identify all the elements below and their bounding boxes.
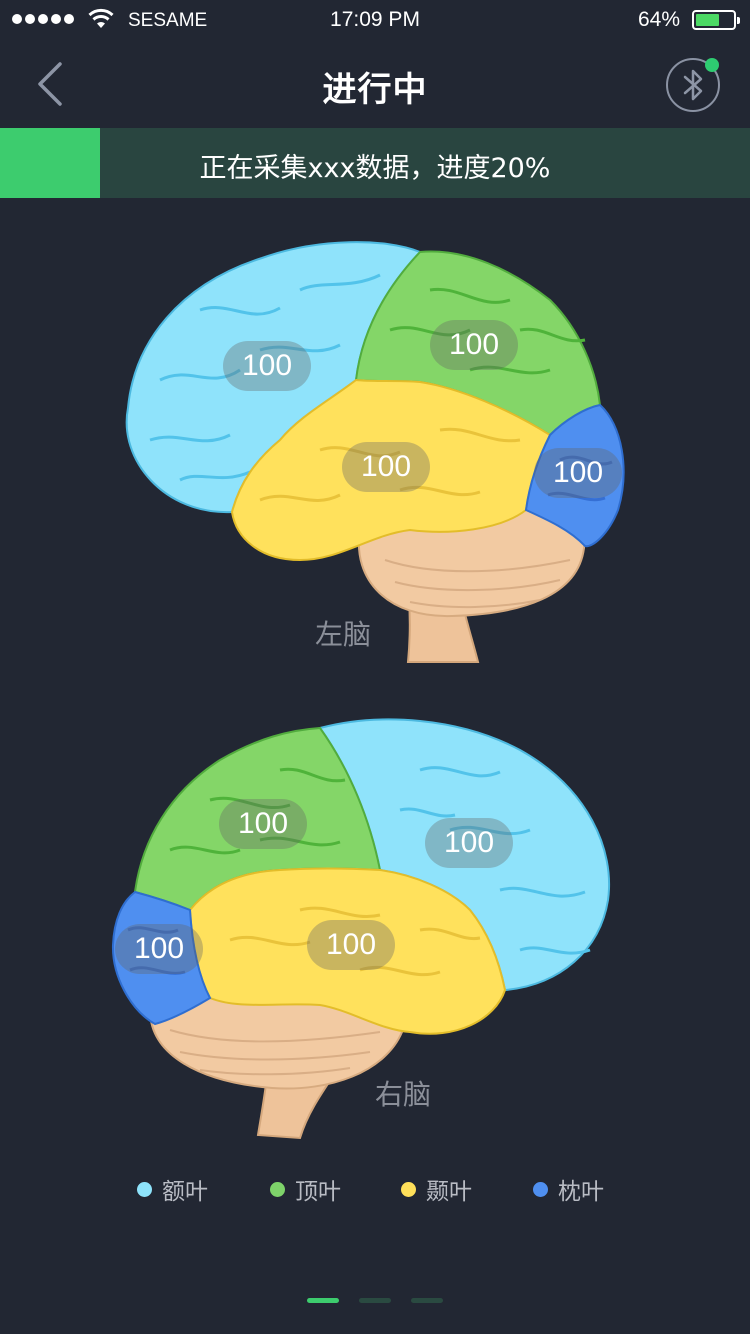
parietal-value: 100 <box>219 799 307 849</box>
status-bar: SESAME 17:09 PM 64% <box>0 0 750 40</box>
legend-swatch <box>137 1181 152 1197</box>
legend-label: 额叶 <box>162 1179 208 1205</box>
progress-text: 正在采集xxx数据，进度20% <box>199 153 551 184</box>
temporal-value: 100 <box>342 442 430 492</box>
legend-item-frontal: 额叶 <box>137 1172 208 1206</box>
page-dot[interactable] <box>359 1298 391 1303</box>
legend-item-parietal: 顶叶 <box>270 1172 341 1206</box>
legend-label: 颞叶 <box>426 1179 472 1205</box>
page-dot[interactable] <box>411 1298 443 1303</box>
battery-icon <box>692 10 740 30</box>
frontal-value: 100 <box>223 341 311 391</box>
right-brain-diagram: 100 100 100 100 右脑 <box>0 710 750 1150</box>
legend-swatch <box>533 1181 548 1197</box>
legend-swatch <box>270 1181 285 1197</box>
hemisphere-label: 左脑 <box>315 618 372 651</box>
legend-swatch <box>401 1181 416 1197</box>
legend-item-temporal: 颞叶 <box>401 1172 472 1206</box>
legend-label: 枕叶 <box>558 1179 604 1205</box>
frontal-value: 100 <box>425 818 513 868</box>
legend-label: 顶叶 <box>295 1179 341 1205</box>
page-title: 进行中 <box>322 70 428 110</box>
hemisphere-label: 右脑 <box>375 1078 432 1111</box>
page-dot[interactable] <box>307 1298 339 1303</box>
parietal-value: 100 <box>430 320 518 370</box>
temporal-value: 100 <box>307 920 395 970</box>
occipital-value: 100 <box>115 924 203 974</box>
occipital-value: 100 <box>534 448 622 498</box>
battery-percent: 64% <box>637 8 680 31</box>
left-brain-diagram: 100 100 100 100 左脑 <box>0 230 750 680</box>
progress-banner: 正在采集xxx数据，进度20% <box>0 128 750 198</box>
connection-status-dot <box>705 58 719 72</box>
bluetooth-button[interactable] <box>666 58 720 112</box>
legend-item-occipital: 枕叶 <box>533 1172 604 1206</box>
